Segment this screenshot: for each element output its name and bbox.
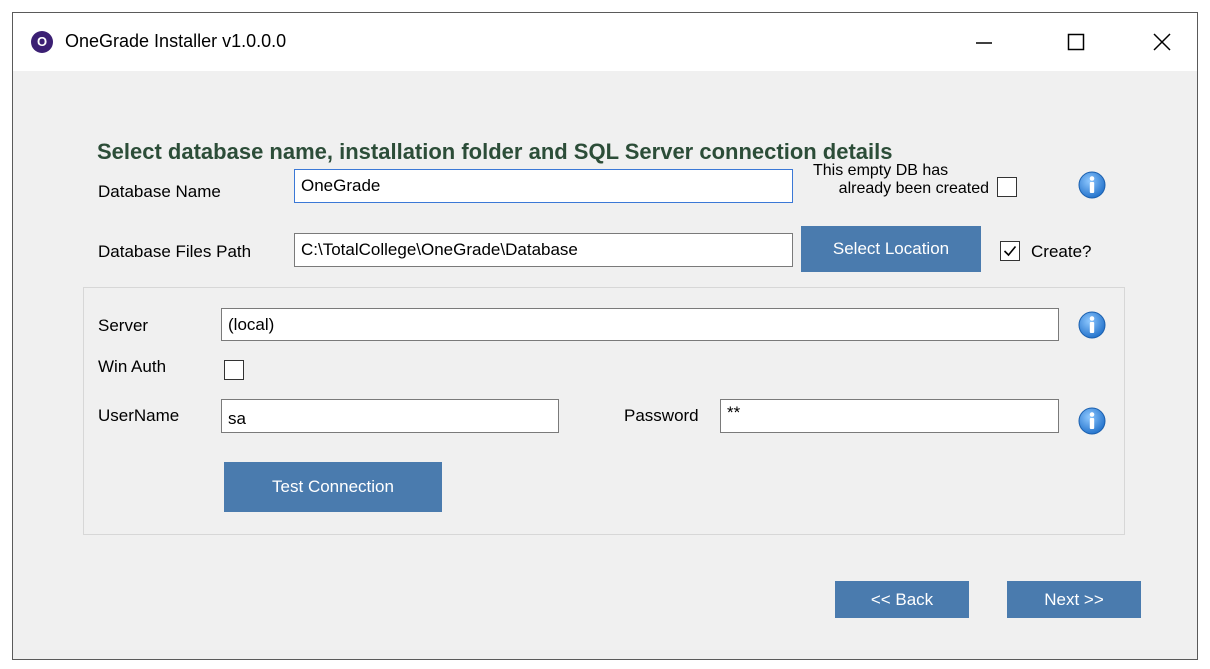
credentials-info-icon[interactable] — [1077, 406, 1107, 436]
password-input[interactable]: ** — [720, 399, 1059, 433]
create-label: Create? — [1031, 242, 1092, 261]
close-button[interactable] — [1133, 13, 1191, 71]
win-auth-checkbox[interactable] — [224, 360, 244, 380]
minimize-icon — [976, 42, 992, 44]
server-label: Server — [98, 316, 149, 335]
window-title: OneGrade Installer v1.0.0.0 — [65, 31, 287, 51]
minimize-button[interactable] — [955, 13, 1013, 71]
username-label: UserName — [98, 406, 180, 425]
info-icon[interactable] — [1077, 170, 1107, 200]
empty-db-checkbox[interactable] — [997, 177, 1017, 197]
empty-db-label-line1: This empty DB has — [813, 162, 949, 179]
page-heading: Select database name, installation folde… — [97, 139, 893, 164]
server-input[interactable]: (local) — [221, 308, 1059, 341]
installer-window: O OneGrade Installer v1.0.0.0 Select dat… — [12, 12, 1198, 660]
maximize-button[interactable] — [1047, 13, 1105, 71]
app-logo-icon: O — [31, 31, 53, 53]
select-location-button[interactable]: Select Location — [801, 226, 981, 272]
maximize-icon — [1067, 33, 1085, 51]
database-path-input[interactable]: C:\TotalCollege\OneGrade\Database — [294, 233, 793, 267]
empty-db-label: This empty DB has already been created — [803, 162, 989, 198]
empty-db-label-line2: already been created — [838, 180, 989, 197]
username-input[interactable]: sa — [221, 399, 559, 433]
next-button[interactable]: Next >> — [1007, 581, 1141, 618]
close-icon — [1153, 33, 1171, 51]
title-bar[interactable]: O OneGrade Installer v1.0.0.0 — [13, 13, 1197, 71]
win-auth-label: Win Auth — [98, 357, 167, 376]
create-checkbox[interactable] — [1000, 241, 1020, 261]
database-path-label: Database Files Path — [98, 242, 252, 261]
back-button[interactable]: << Back — [835, 581, 969, 618]
database-name-label: Database Name — [98, 182, 221, 201]
server-info-icon[interactable] — [1077, 310, 1107, 340]
test-connection-button[interactable]: Test Connection — [224, 462, 442, 512]
checkmark-icon — [1003, 245, 1017, 257]
database-name-input[interactable]: OneGrade — [294, 169, 793, 203]
password-label: Password — [624, 406, 699, 425]
